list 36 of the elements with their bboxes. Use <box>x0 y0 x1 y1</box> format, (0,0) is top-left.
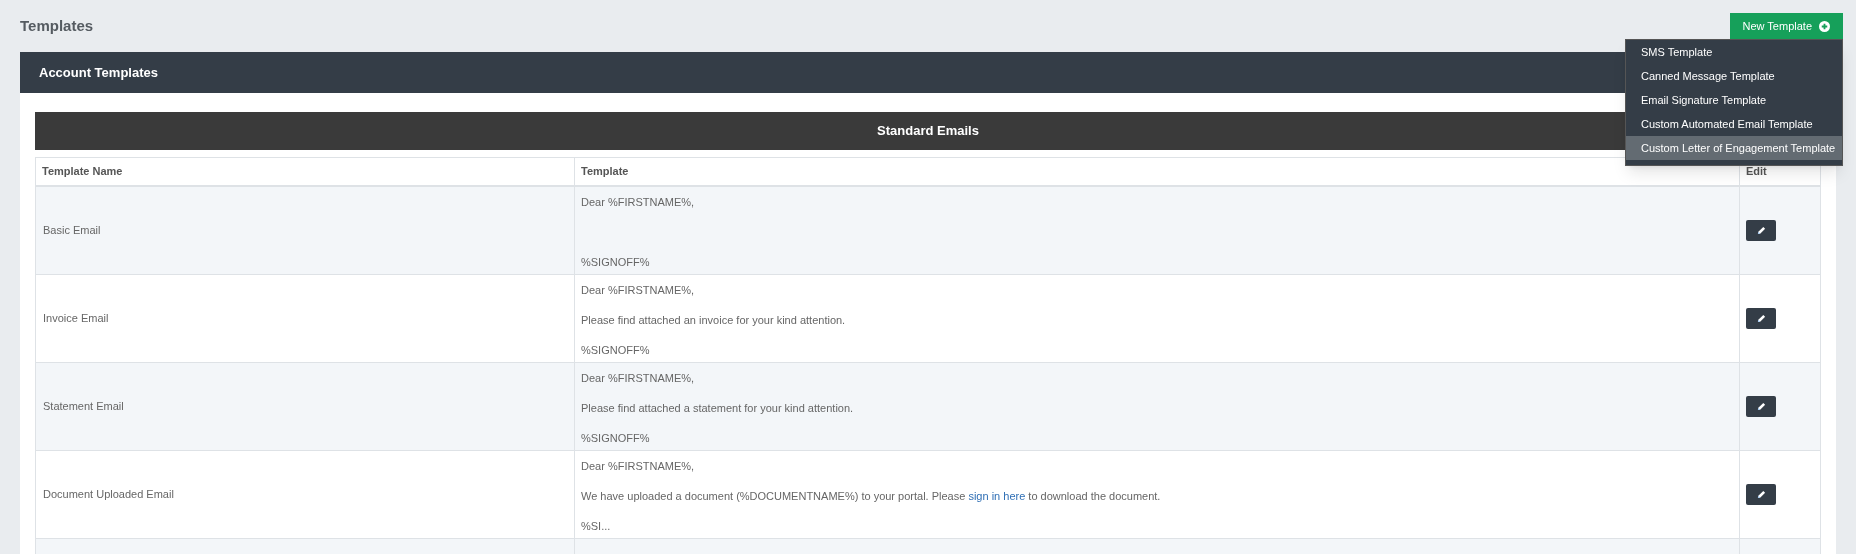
template-greeting: Dear %FIRSTNAME%, <box>581 284 696 297</box>
column-header: Edit <box>1746 164 1767 180</box>
template-greeting: Dear %FIRSTNAME%, <box>581 196 696 209</box>
menu-item[interactable]: Custom Automated Email Template <box>1626 112 1842 136</box>
template-signoff: %SIGNOFF% <box>581 344 651 357</box>
plus-circle-icon <box>1819 20 1830 32</box>
edit-button[interactable] <box>1746 484 1776 505</box>
template-name: Basic Email <box>43 223 101 239</box>
template-signoff: %SIGNOFF% <box>581 256 651 269</box>
edit-button[interactable] <box>1746 220 1776 241</box>
edit-button[interactable] <box>1746 308 1776 329</box>
pencil-icon <box>1756 490 1766 499</box>
column-header: Template <box>581 164 629 180</box>
column-header: Template Name <box>42 164 123 180</box>
pencil-icon <box>1756 226 1766 235</box>
pencil-icon <box>1756 402 1766 411</box>
template-name: Invoice Email <box>43 311 109 327</box>
section-title: Standard Emails <box>877 122 979 141</box>
menu-item[interactable]: SMS Template <box>1626 40 1842 64</box>
template-body: Please find attached an invoice for your kind attention. <box>581 314 847 327</box>
menu-item[interactable]: Email Signature Template <box>1626 88 1842 112</box>
menu-item[interactable]: Canned Message Template <box>1626 64 1842 88</box>
template-name: Statement Email <box>43 399 124 415</box>
edit-button[interactable] <box>1746 396 1776 417</box>
template-signoff: %SI... <box>581 520 612 533</box>
template-greeting: Dear %FIRSTNAME%, <box>581 460 696 473</box>
template-signoff: %SIGNOFF% <box>581 432 651 445</box>
template-greeting: Dear %FIRSTNAME%, <box>581 372 696 385</box>
pencil-icon <box>1756 314 1766 323</box>
page-title: Templates <box>20 15 94 36</box>
template-name: Document Uploaded Email <box>43 487 174 503</box>
template-body: We have uploaded a document (%DOCUMENTNAME%) to your portal. Please sign in here to download the document. <box>581 490 1162 503</box>
menu-item[interactable]: Custom Letter of Engagement Template <box>1626 136 1842 160</box>
sign-in-link[interactable]: sign in here <box>968 490 1026 502</box>
template-body: Please find attached a statement for your kind attention. <box>581 402 855 415</box>
panel-title: Account Templates <box>39 63 158 82</box>
